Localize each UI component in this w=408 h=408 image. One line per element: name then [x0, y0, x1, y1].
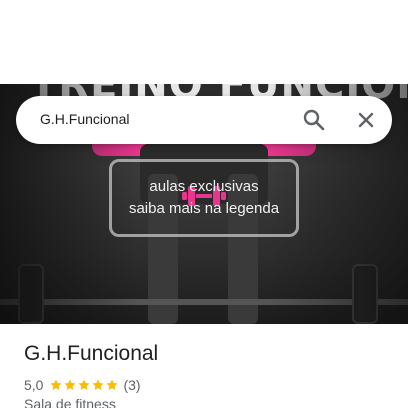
- close-icon[interactable]: [352, 106, 380, 134]
- place-category[interactable]: Sala de fitness: [24, 396, 116, 408]
- search-icon[interactable]: [300, 106, 328, 134]
- rating-value: 5,0: [24, 377, 44, 393]
- review-count[interactable]: (3): [123, 377, 140, 393]
- rating-stars: [49, 378, 119, 392]
- promo-frame: [109, 159, 299, 237]
- promo-text-line-1: aulas exclusivas: [149, 178, 259, 195]
- star-icon: [50, 379, 63, 390]
- star-icon: [64, 379, 77, 390]
- top-area: [0, 0, 408, 84]
- place-title: G.H.Funcional: [24, 342, 159, 365]
- star-icon: [78, 379, 91, 390]
- rating-row[interactable]: 5,0 (3): [24, 376, 141, 394]
- search-bar[interactable]: G.H.Funcional: [16, 96, 392, 144]
- search-input[interactable]: G.H.Funcional: [40, 111, 129, 127]
- promo-text-line-2: saiba mais na legenda: [128, 200, 280, 217]
- star-icon: [106, 379, 119, 390]
- star-icon: [92, 379, 105, 390]
- maps-place-page: TREINO FUNCIONAL aulas exclusivas saiba …: [0, 0, 408, 408]
